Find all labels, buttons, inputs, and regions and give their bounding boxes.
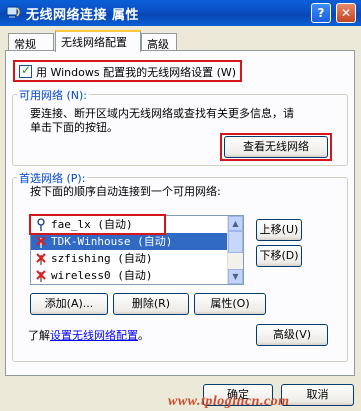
scroll-up-icon[interactable]: ▲ (228, 216, 243, 231)
preferred-networks-desc: 按下面的顺序自动连接到一个可用网络: (30, 185, 221, 198)
list-item[interactable]: TDK-Winhouse (自动) (31, 233, 227, 250)
cancel-button[interactable]: 取消 (281, 384, 354, 406)
wireless-disconnected-icon (36, 270, 46, 282)
help-button[interactable]: ? (311, 3, 331, 23)
available-networks-legend: 可用网络 (N): (17, 87, 90, 103)
list-item[interactable]: szfishing (自动) (31, 250, 227, 267)
tab-general[interactable]: 常规 (8, 33, 54, 51)
annotation-box-fae (29, 214, 166, 235)
available-networks-desc-2: 单击下面的按钮。 (30, 121, 118, 134)
watermark-text: www.tplogincn.com (168, 394, 290, 409)
tab-advanced[interactable]: 高级 (141, 33, 177, 51)
remove-button[interactable]: 删除(R) (113, 293, 189, 315)
advanced-button[interactable]: 高级(V) (256, 324, 328, 346)
title-bar: 无线网络连接 属性 ? ✕ (0, 0, 361, 26)
properties-button[interactable]: 属性(O) (194, 293, 266, 315)
learn-more-text: 了解设置无线网络配置。 (28, 329, 149, 342)
add-button[interactable]: 添加(A)... (30, 293, 108, 315)
tab-wireless-config[interactable]: 无线网络配置 (55, 30, 141, 52)
view-wireless-networks-button[interactable]: 查看无线网络 (224, 136, 328, 158)
network-icon (6, 6, 20, 18)
scroll-thumb[interactable] (228, 231, 243, 253)
close-button[interactable]: ✕ (336, 3, 356, 23)
learn-more-link[interactable]: 设置无线网络配置 (50, 329, 138, 342)
use-windows-label: 用 Windows 配置我的无线网络设置 (W) (36, 66, 237, 79)
scroll-down-icon[interactable]: ▼ (228, 269, 243, 284)
use-windows-checkbox[interactable]: ✓ (19, 63, 32, 78)
check-icon: ✓ (21, 63, 32, 77)
move-down-button[interactable]: 下移(D) (256, 245, 302, 267)
window-title: 无线网络连接 属性 (26, 8, 140, 23)
wireless-disconnected-icon (36, 253, 46, 265)
list-item[interactable]: wireless0 (自动) (31, 267, 227, 284)
wireless-disconnected-icon (36, 236, 46, 248)
move-up-button[interactable]: 上移(U) (256, 219, 302, 241)
list-scrollbar[interactable]: ▲ ▼ (227, 216, 243, 284)
